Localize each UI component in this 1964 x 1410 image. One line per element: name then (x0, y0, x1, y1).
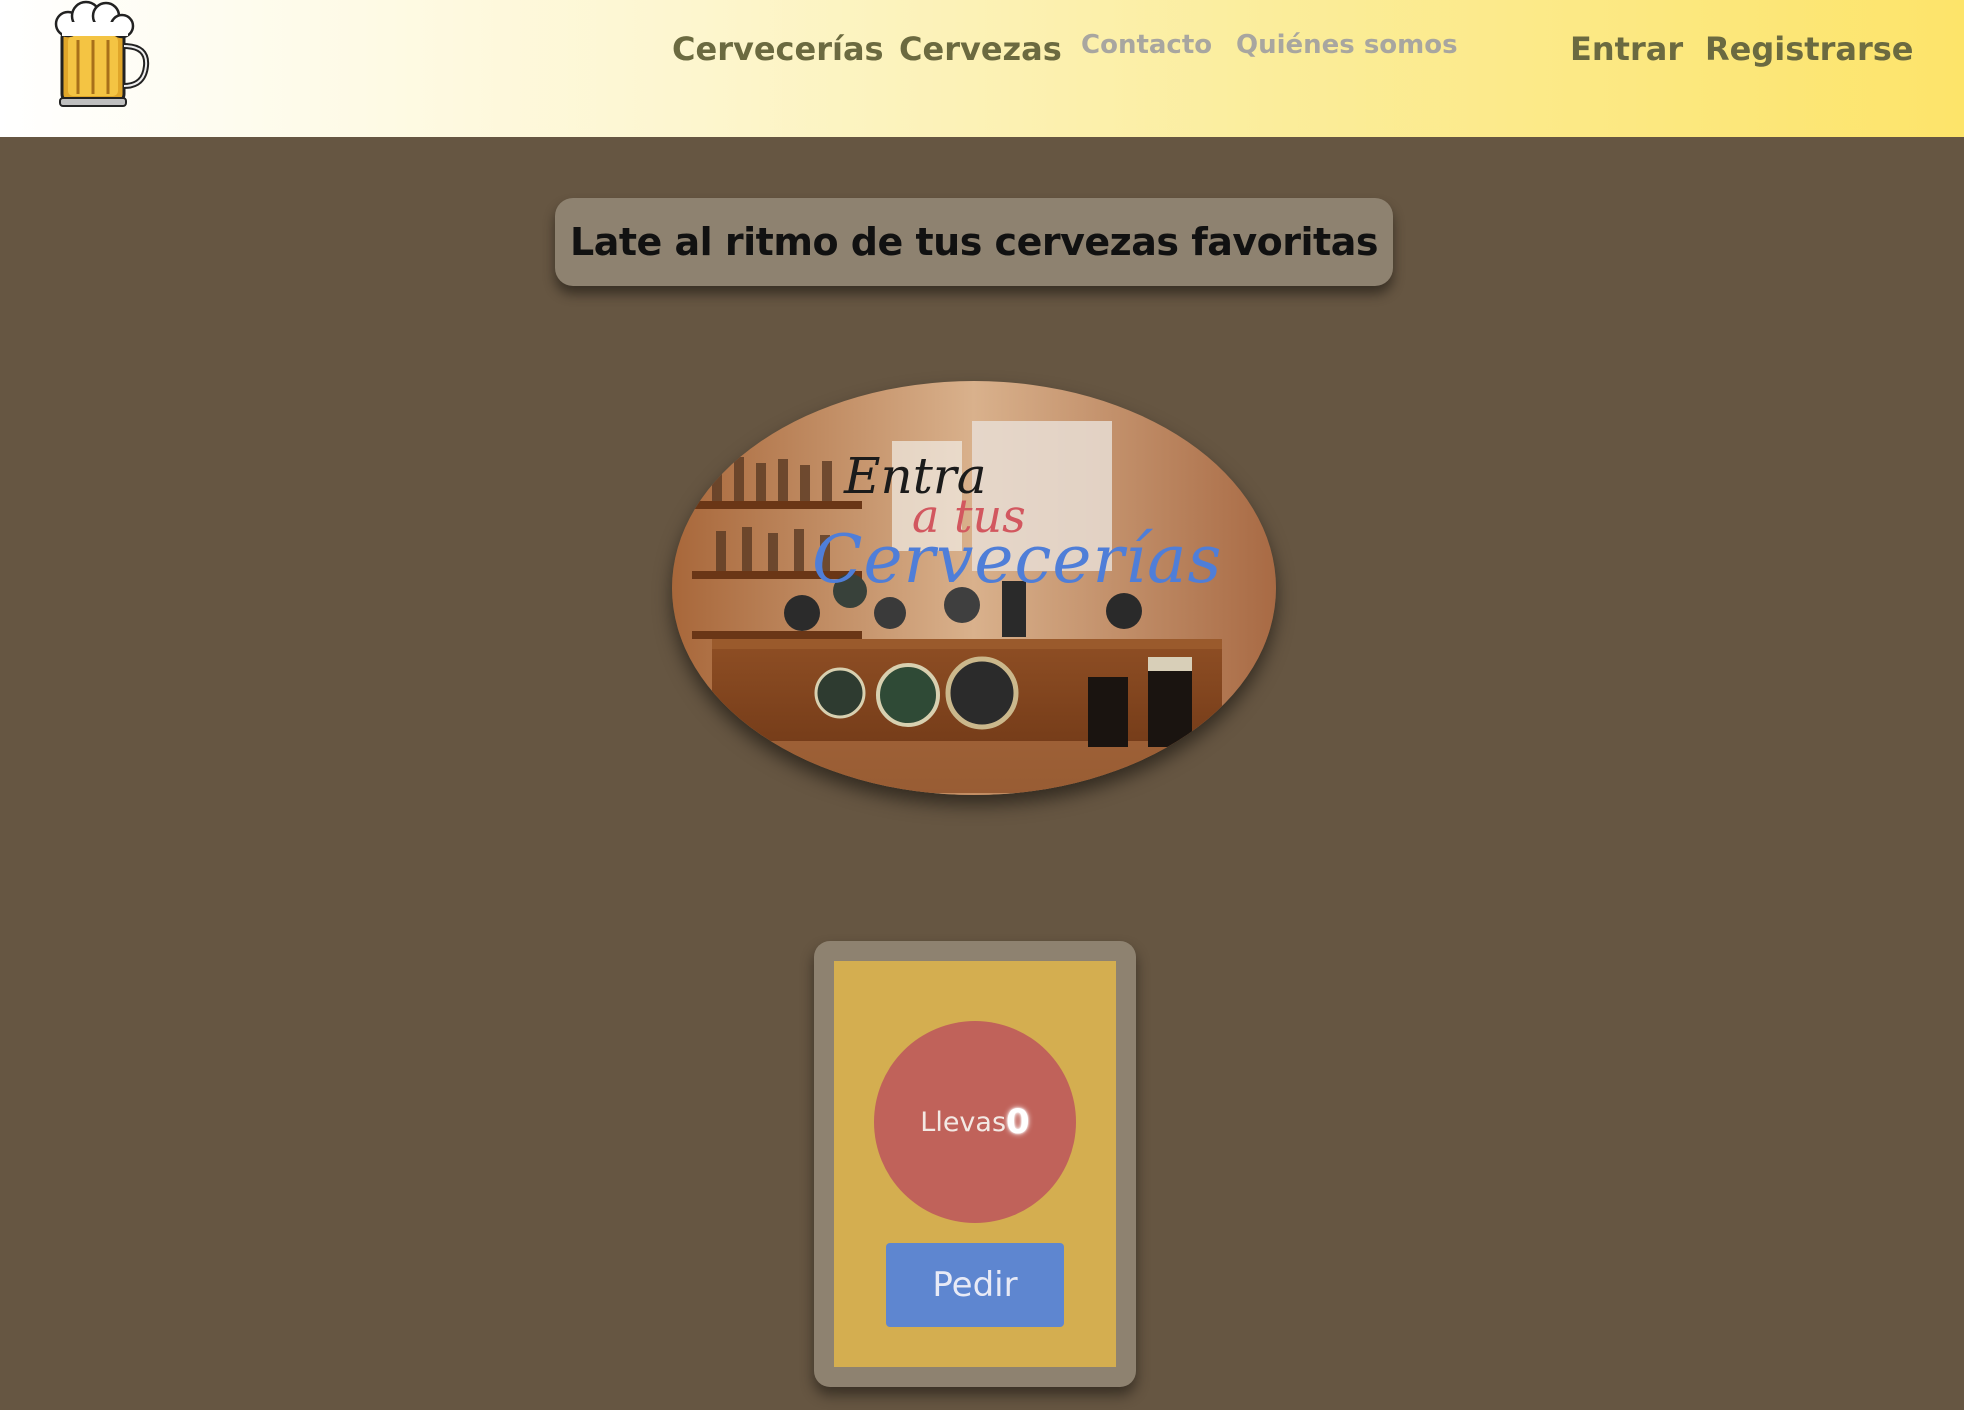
top-navbar: Cervecerías Cervezas Contacto Quiénes so… (0, 0, 1964, 137)
beer-mug-icon[interactable] (48, 0, 158, 110)
beer-count-label: Llevas (920, 1106, 1007, 1138)
order-counter-card: Llevas 0 Pedir (814, 941, 1136, 1387)
register-link[interactable]: Registrarse (1705, 30, 1913, 68)
tagline-box: Late al ritmo de tus cervezas favoritas (555, 198, 1393, 286)
nav-link-contacto[interactable]: Contacto (1081, 30, 1212, 60)
nav-link-quienes-somos[interactable]: Quiénes somos (1236, 30, 1458, 60)
nav-link-cervezas[interactable]: Cervezas (899, 30, 1062, 68)
order-button[interactable]: Pedir (886, 1243, 1064, 1327)
nav-link-cervecerias[interactable]: Cervecerías (672, 30, 884, 68)
beer-count-badge: Llevas 0 (874, 1021, 1076, 1223)
login-link[interactable]: Entrar (1570, 30, 1683, 68)
breweries-hero-image[interactable]: Entra a tus Cervecerías (672, 381, 1276, 795)
beer-count-value: 0 (1006, 1102, 1030, 1142)
tagline-text: Late al ritmo de tus cervezas favoritas (570, 220, 1378, 264)
order-counter-panel: Llevas 0 Pedir (834, 961, 1116, 1367)
